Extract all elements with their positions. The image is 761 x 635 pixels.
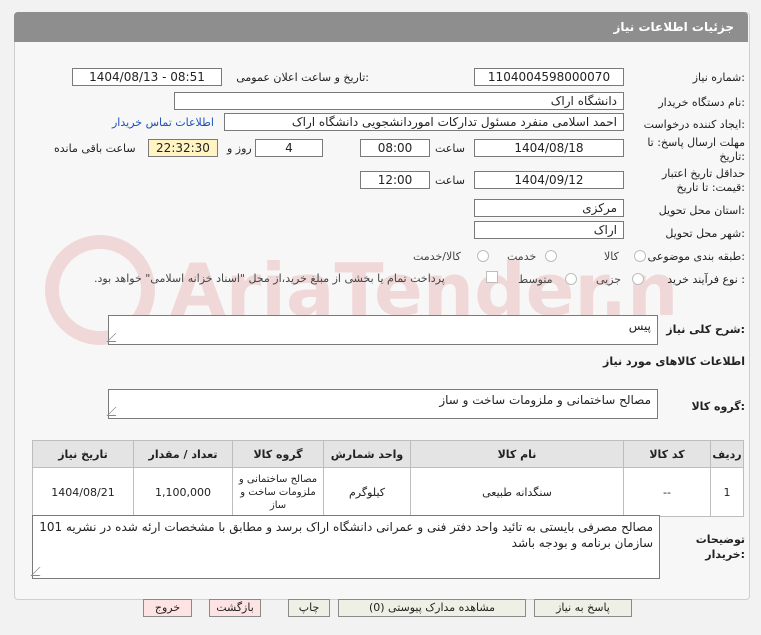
validity-time-label: ساعت bbox=[435, 174, 465, 187]
column-header: کد کالا bbox=[623, 440, 711, 468]
need-number-field: 1104004598000070 bbox=[474, 68, 624, 86]
process-option-minor: جزیی bbox=[596, 273, 622, 286]
deadline-date-field: 1404/08/18 bbox=[474, 139, 624, 157]
deadline-time-field: 08:00 bbox=[360, 139, 430, 157]
validity-label: حداقل تاریخ اعتبار قیمت: تا تاریخ: bbox=[661, 167, 745, 194]
announce-label: تاریخ و ساعت اعلان عمومی: bbox=[236, 71, 369, 84]
cell-unit: کیلوگرم bbox=[323, 467, 411, 517]
city-label: شهر محل تحویل: bbox=[665, 227, 745, 240]
process-radio-minor[interactable] bbox=[632, 273, 644, 285]
days-label: روز و bbox=[227, 142, 252, 155]
deadline-label: مهلت ارسال پاسخ: تا تاریخ: bbox=[647, 136, 745, 163]
summary-text: پیس bbox=[628, 319, 651, 333]
buyer-field: دانشگاه اراک bbox=[174, 92, 624, 110]
process-label: نوع فرآیند خرید : bbox=[667, 273, 745, 286]
resize-grip-icon[interactable] bbox=[106, 333, 125, 342]
column-header: واحد شمارش bbox=[323, 440, 411, 468]
deadline-time-label: ساعت bbox=[435, 142, 465, 155]
city-field: اراک bbox=[474, 221, 624, 239]
page-title: جزئیات اطلاعات نیاز bbox=[613, 20, 734, 34]
column-header: ردیف bbox=[710, 440, 744, 468]
column-header: تاریخ نیاز bbox=[32, 440, 134, 468]
remaining-time-field: 22:32:30 bbox=[148, 139, 218, 157]
remaining-label: ساعت باقی مانده bbox=[54, 142, 136, 155]
notes-text: مصالح مصرفی بایستی به تائید واحد دفتر فن… bbox=[39, 520, 653, 550]
creator-label: ایجاد کننده درخواست: bbox=[643, 118, 745, 131]
panel-titlebar: جزئیات اطلاعات نیاز bbox=[14, 12, 748, 42]
contact-info-link[interactable]: اطلاعات تماس خریدار bbox=[112, 116, 214, 129]
buyer-label: نام دستگاه خریدار: bbox=[658, 96, 745, 109]
creator-field: احمد اسلامی منفرد مسئول تدارکات اموردانش… bbox=[224, 113, 624, 131]
category-label: طبقه بندی موضوعی: bbox=[647, 250, 745, 263]
cell-item-code: -- bbox=[623, 467, 711, 517]
need-number-label: شماره نیاز: bbox=[692, 71, 745, 84]
cell-row-number: 1 bbox=[710, 467, 744, 517]
validity-time-field: 12:00 bbox=[360, 171, 430, 189]
process-option-medium: متوسط bbox=[518, 273, 553, 286]
cell-item-group: مصالح ساختمانی و ملزومات ساخت و ساز bbox=[232, 467, 324, 517]
notes-textarea[interactable]: مصالح مصرفی بایستی به تائید واحد دفتر فن… bbox=[30, 515, 660, 579]
announce-field: 1404/08/13 - 08:51 bbox=[72, 68, 222, 86]
process-radio-medium[interactable] bbox=[565, 273, 577, 285]
goods-group-label: گروه کالا: bbox=[691, 400, 745, 413]
notes-label: توضیحات خریدار: bbox=[695, 533, 745, 561]
resize-grip-icon[interactable] bbox=[106, 407, 125, 416]
resize-grip-icon[interactable] bbox=[30, 567, 49, 576]
exit-button[interactable]: خروج bbox=[143, 599, 192, 617]
category-option-goods: کالا bbox=[604, 250, 619, 263]
goods-section-title: اطلاعات کالاهای مورد نیاز bbox=[603, 355, 745, 368]
print-button[interactable]: چاپ bbox=[288, 599, 330, 617]
reply-button[interactable]: پاسخ به نیاز bbox=[534, 599, 632, 617]
summary-textarea[interactable]: پیس bbox=[106, 315, 658, 345]
goods-table: ردیف کد کالا نام کالا واحد شمارش گروه کا… bbox=[32, 440, 744, 517]
summary-label: شرح کلی نیاز: bbox=[666, 323, 745, 336]
goods-group-text: مصالح ساختمانی و ملزومات ساخت و ساز bbox=[439, 393, 651, 407]
cell-item-name: سنگدانه طبیعی bbox=[410, 467, 624, 517]
cell-quantity: 1,100,000 bbox=[133, 467, 233, 517]
category-radio-service[interactable] bbox=[545, 250, 557, 262]
days-field: 4 bbox=[255, 139, 323, 157]
goods-group-textarea[interactable]: مصالح ساختمانی و ملزومات ساخت و ساز bbox=[106, 389, 658, 419]
column-header: تعداد / مقدار bbox=[133, 440, 233, 468]
province-field: مرکزی bbox=[474, 199, 624, 217]
table-row[interactable]: 1 -- سنگدانه طبیعی کیلوگرم مصالح ساختمان… bbox=[32, 467, 744, 517]
attachments-button[interactable]: مشاهده مدارک پیوستی (0) bbox=[338, 599, 526, 617]
category-option-service: خدمت bbox=[507, 250, 537, 263]
treasury-checkbox[interactable] bbox=[486, 271, 498, 283]
category-radio-goods[interactable] bbox=[634, 250, 646, 262]
table-header-row: ردیف کد کالا نام کالا واحد شمارش گروه کا… bbox=[32, 440, 744, 468]
treasury-note: پرداخت تمام یا بخشی از مبلغ خرید،از محل … bbox=[94, 272, 445, 285]
cell-need-date: 1404/08/21 bbox=[32, 467, 134, 517]
back-button[interactable]: بازگشت bbox=[209, 599, 261, 617]
category-option-goods-service: کالا/خدمت bbox=[413, 250, 461, 263]
column-header: نام کالا bbox=[410, 440, 624, 468]
category-radio-goods-service[interactable] bbox=[477, 250, 489, 262]
column-header: گروه کالا bbox=[232, 440, 324, 468]
province-label: استان محل تحویل: bbox=[658, 204, 745, 217]
validity-date-field: 1404/09/12 bbox=[474, 171, 624, 189]
